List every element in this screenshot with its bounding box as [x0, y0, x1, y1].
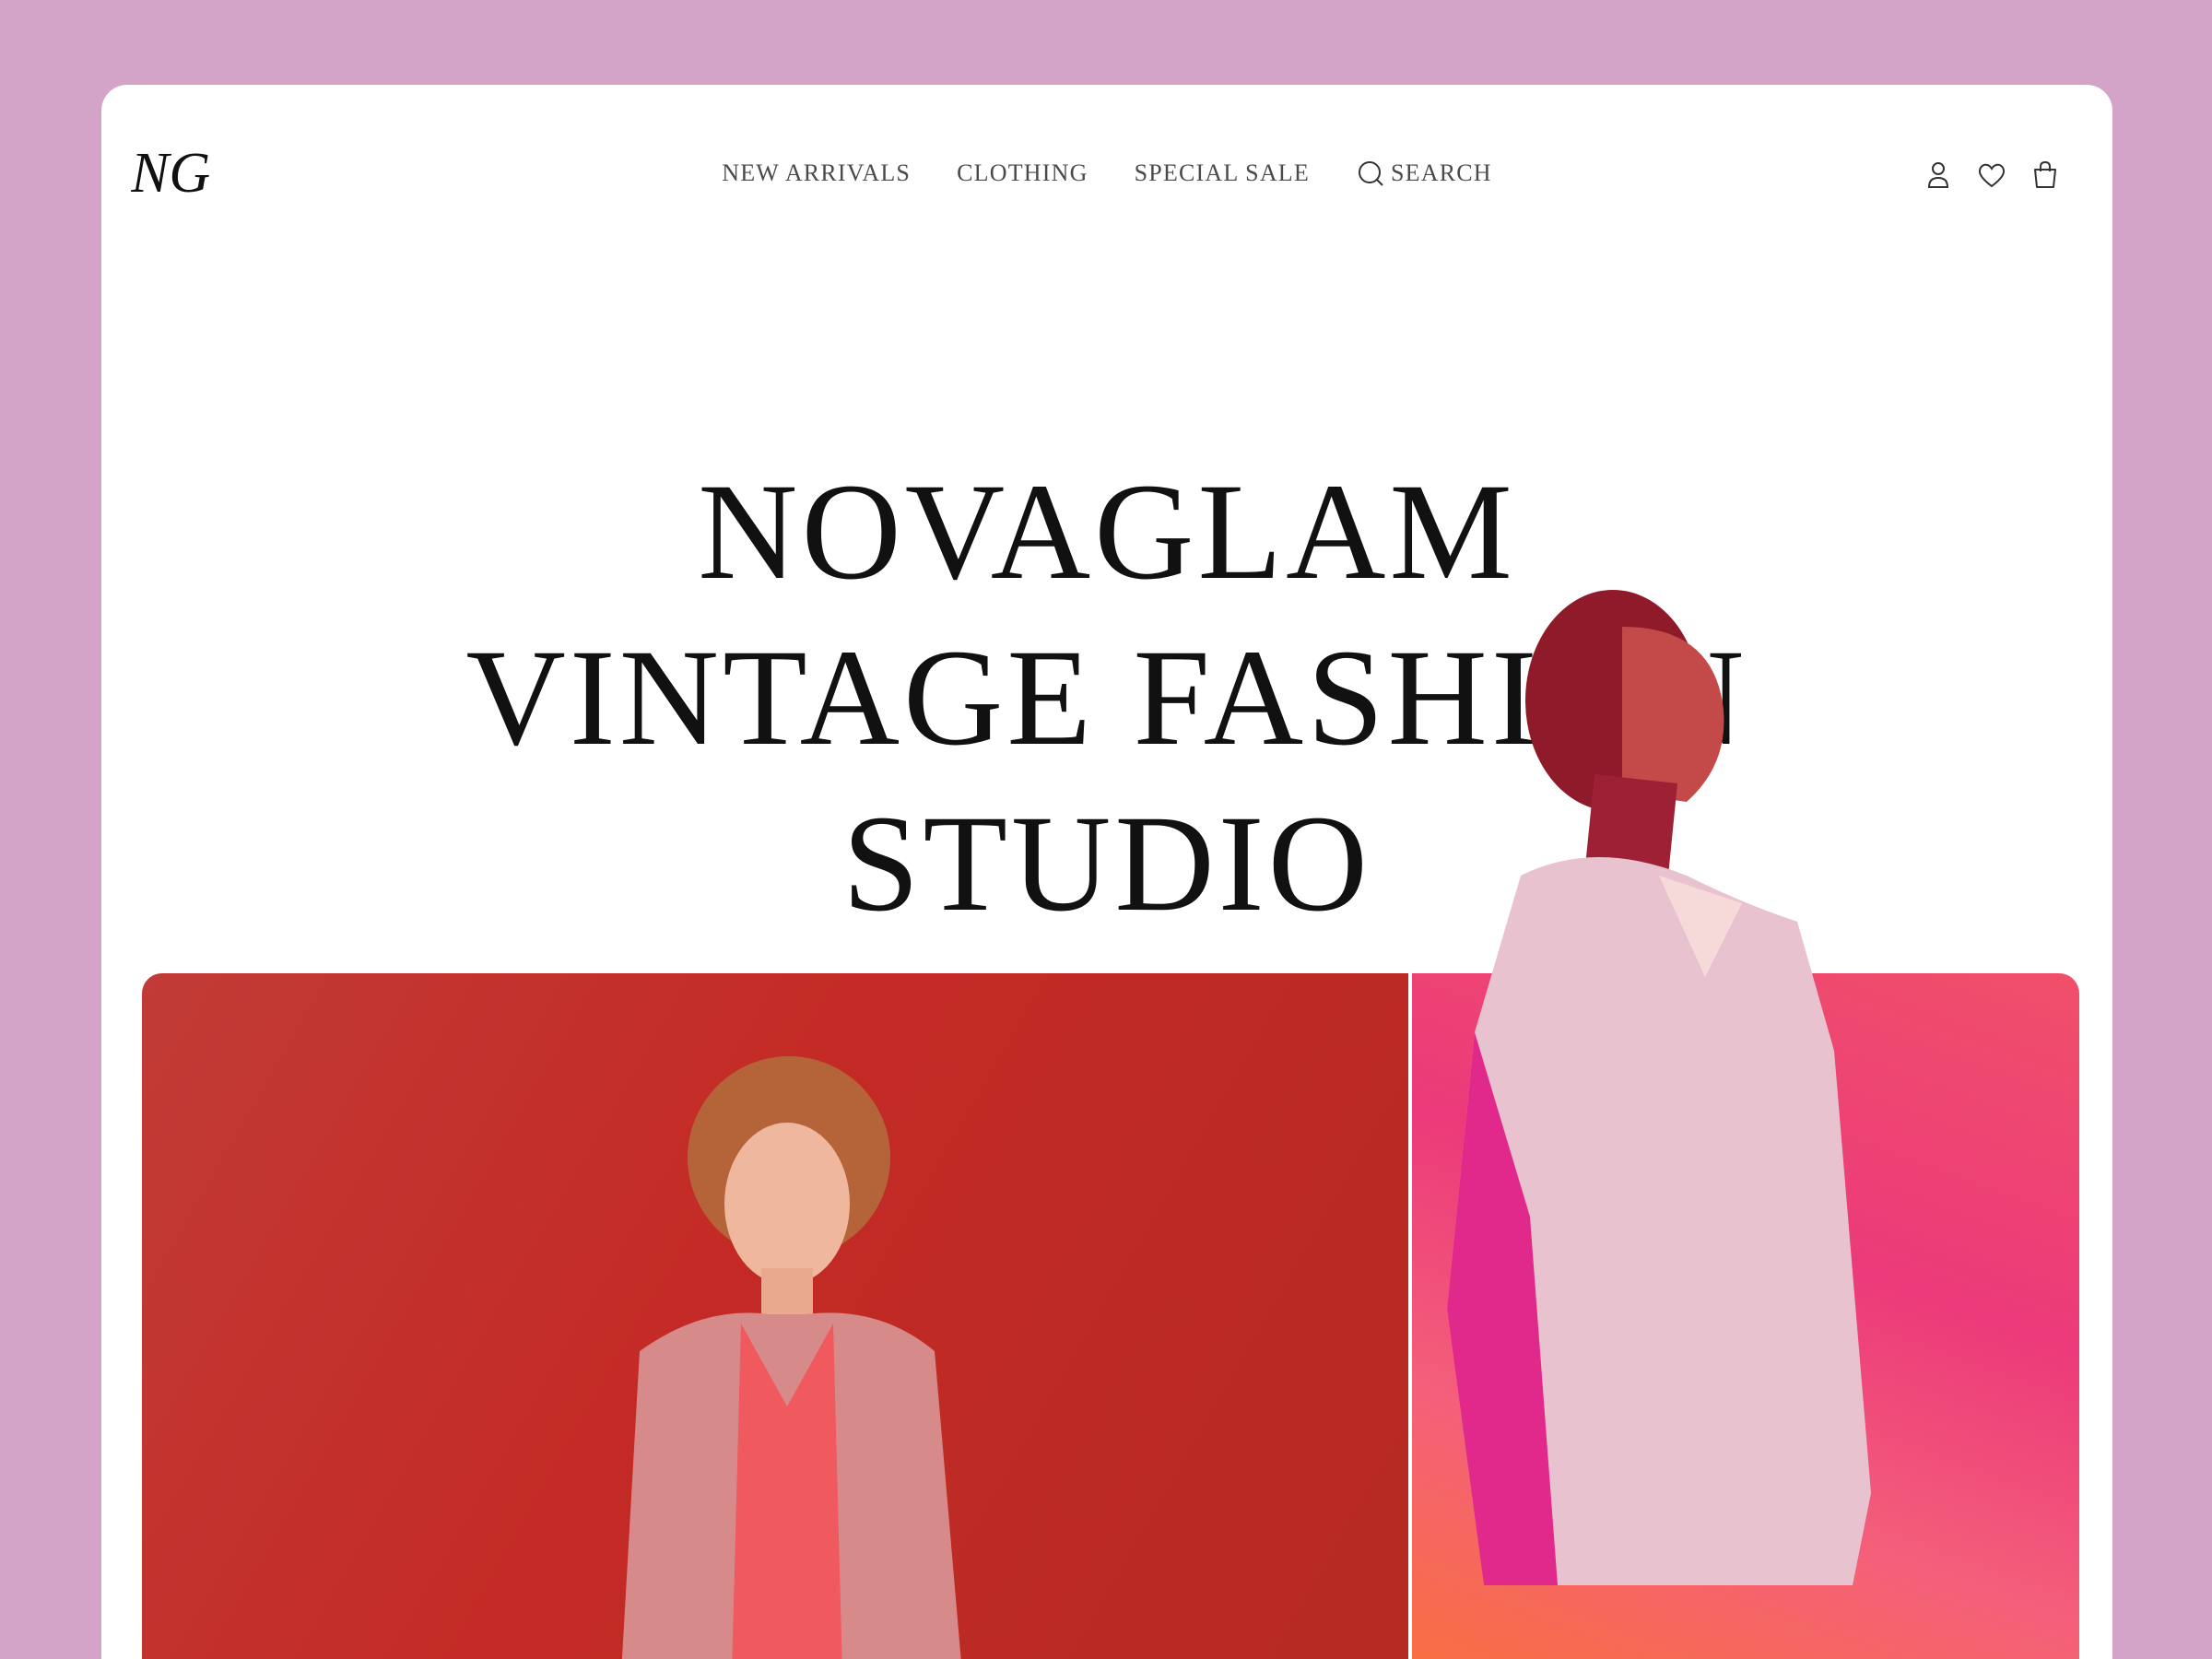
search-button[interactable]: SEARCH [1356, 159, 1492, 188]
main-nav: NEW ARRIVALS CLOTHING SPECIAL SALE SEARC… [101, 159, 2112, 188]
search-label: SEARCH [1390, 159, 1492, 186]
nav-special-sale[interactable]: SPECIAL SALE [1135, 159, 1310, 187]
model-figure-woman [621, 1056, 961, 1659]
hero-photo-left[interactable] [142, 973, 1408, 1659]
cart-button[interactable] [2029, 159, 2062, 192]
account-button[interactable] [1922, 159, 1955, 192]
search-icon [1358, 161, 1383, 186]
wishlist-button[interactable] [1975, 159, 2008, 192]
nav-clothing[interactable]: CLOTHING [957, 159, 1088, 187]
header-icons [1922, 159, 2062, 192]
bag-icon [2034, 160, 2056, 188]
model-figure-man [1410, 571, 1982, 1585]
heart-icon [1978, 163, 2006, 188]
user-icon [1927, 162, 1949, 188]
nav-new-arrivals[interactable]: NEW ARRIVALS [722, 159, 911, 187]
